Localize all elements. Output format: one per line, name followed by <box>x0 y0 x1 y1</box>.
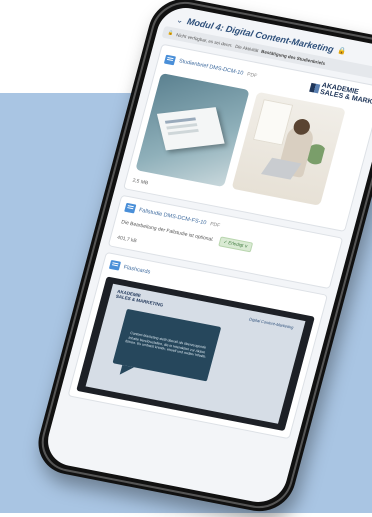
booklet-image <box>135 73 250 188</box>
file-icon <box>164 54 177 65</box>
flashcards-icon <box>108 259 122 271</box>
lock-icon: 🔒 <box>336 47 347 56</box>
flashcard-tag: Digital Content-Marketing <box>248 316 295 330</box>
lock-icon: 🔒 <box>167 29 175 36</box>
file-icon <box>124 202 137 214</box>
flashcard-logo: AKADEMIE SALES & MARKETING <box>115 289 165 308</box>
completion-dropdown[interactable]: ✓ Erledigt ∨ <box>218 236 253 253</box>
activity-link[interactable]: Flashcards <box>123 264 151 275</box>
brand-logo: AKADEMIE SALES & MARK <box>308 80 372 106</box>
woman-laptop-image <box>231 91 346 206</box>
logo-mark-icon <box>309 82 321 93</box>
notice-text: Die Aktivität <box>234 43 260 53</box>
speech-bubble: Content-Marketing stellt überall als übe… <box>112 308 222 382</box>
file-type: PDF <box>246 71 258 80</box>
activity-link[interactable]: Studienbrief DMS-DCM-10 <box>178 58 244 76</box>
flashcard-text: Content-Marketing stellt überall als übe… <box>124 331 207 360</box>
chevron-down-icon[interactable]: ⌄ <box>176 15 185 25</box>
file-type: PDF <box>209 220 221 229</box>
